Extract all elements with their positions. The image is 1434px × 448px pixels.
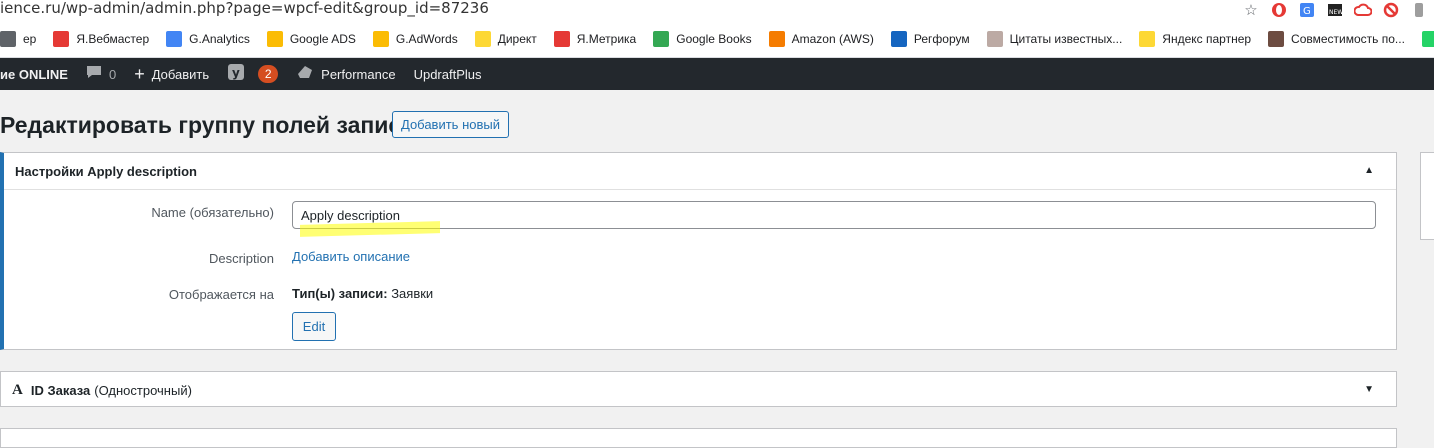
- comments-count: 0: [108, 66, 117, 82]
- bookmark-label: Регфорум: [913, 31, 970, 46]
- bookmark-label: Цитаты известных...: [1009, 31, 1123, 46]
- avatar-icon: [986, 30, 1003, 47]
- whatsapp-icon: [1421, 30, 1434, 47]
- settings-box-title: Настройки Apply description: [15, 163, 197, 179]
- direct-icon: [474, 30, 491, 47]
- bookmark-item[interactable]: G.AdWords: [372, 30, 458, 47]
- collapse-up-icon[interactable]: ▲: [1364, 165, 1374, 176]
- field-title: ID Заказа: [30, 382, 91, 398]
- field-box-header[interactable]: A ID Заказа (Однострочный) ▼: [1, 372, 1396, 408]
- add-new-button[interactable]: Добавить новый: [392, 111, 509, 138]
- displayed-on-label: Отображается на: [168, 287, 274, 302]
- add-label: Добавить: [151, 66, 210, 82]
- edit-button[interactable]: Edit: [292, 312, 336, 341]
- bookmark-item[interactable]: Google Books: [653, 30, 752, 47]
- bookmark-item[interactable]: Amazon (AWS): [768, 30, 874, 47]
- url-text[interactable]: ience.ru/wp-admin/admin.php?page=wpcf-ed…: [0, 0, 489, 17]
- performance-icon: [296, 64, 314, 84]
- cloud-icon[interactable]: [1354, 2, 1372, 18]
- collapse-down-icon[interactable]: ▼: [1364, 384, 1374, 395]
- name-input[interactable]: [292, 201, 1376, 229]
- bookmark-item[interactable]: Яндекс партнер: [1139, 30, 1252, 47]
- google-ads-icon: [266, 30, 283, 47]
- settings-postbox: Настройки Apply description ▲ Name (обяз…: [0, 152, 1397, 350]
- google-icon: [166, 30, 183, 47]
- translate-icon[interactable]: G: [1298, 2, 1316, 18]
- name-required: (обязательно): [189, 205, 274, 220]
- field-subtitle: (Однострочный): [94, 382, 192, 398]
- admin-performance[interactable]: Performance: [296, 64, 396, 84]
- extensions-row: ☆ G NEW: [1242, 0, 1434, 20]
- post-types-value: Заявки: [391, 286, 434, 301]
- news-icon[interactable]: NEW: [1326, 2, 1344, 18]
- bookmark-item[interactable]: Я.Вебмастер: [53, 30, 150, 47]
- text-field-icon: A: [12, 381, 23, 398]
- admin-comments[interactable]: 0: [86, 65, 116, 83]
- bookmark-label: G.AdWords: [395, 31, 458, 46]
- bookmark-label: Google ADS: [289, 31, 356, 46]
- bookmark-label: Google Books: [676, 31, 752, 46]
- extension-icon[interactable]: [1410, 2, 1428, 18]
- regforum-icon: [890, 30, 907, 47]
- metrika-icon: [553, 30, 570, 47]
- admin-updraftplus[interactable]: UpdraftPlus: [414, 67, 482, 82]
- bookmark-item[interactable]: What: [1421, 30, 1434, 47]
- displayed-on-value: Тип(ы) записи: Заявки: [292, 286, 433, 301]
- bookmark-label: Amazon (AWS): [791, 31, 874, 46]
- name-label: Name (обязательно): [151, 205, 274, 220]
- bookmarks-bar: ер Я.Вебмастер G.Analytics Google ADS G.AdWo…: [0, 20, 1434, 58]
- yoast-icon: y: [227, 63, 245, 85]
- bookmark-item[interactable]: G.Analytics: [166, 30, 250, 47]
- bookmark-item[interactable]: Google ADS: [266, 30, 356, 47]
- folder-icon: [0, 30, 16, 47]
- add-description-link[interactable]: Добавить описание: [292, 249, 410, 264]
- svg-text:G: G: [1303, 6, 1311, 17]
- bookmark-label: Я.Вебмастер: [76, 31, 150, 46]
- yellow-highlight-mark: [300, 221, 440, 237]
- bookmark-item[interactable]: Я.Метрика: [553, 30, 637, 47]
- bookmark-item[interactable]: Директ: [474, 30, 537, 47]
- yandex-partner-icon: [1139, 30, 1156, 47]
- aws-icon: [768, 30, 785, 47]
- opera-icon[interactable]: [1270, 2, 1288, 18]
- webmaster-icon: [53, 30, 70, 47]
- post-types-key: Тип(ы) записи:: [292, 286, 388, 301]
- google-ads-icon: [372, 30, 389, 47]
- bookmark-item[interactable]: Регфорум: [890, 30, 970, 47]
- bookmark-item[interactable]: ер: [0, 30, 37, 47]
- block-icon[interactable]: [1382, 2, 1400, 18]
- star-icon[interactable]: ☆: [1242, 2, 1260, 19]
- performance-label: Performance: [321, 66, 396, 82]
- wp-admin-bar: ие ONLINE 0 + Добавить y 2 Performance U…: [0, 58, 1434, 90]
- admin-site-name[interactable]: ие ONLINE: [0, 67, 68, 82]
- play-icon: [653, 30, 670, 47]
- compat-icon: [1268, 30, 1285, 47]
- name-label-text: Name: [151, 205, 186, 220]
- updates-badge: 2: [258, 65, 279, 83]
- bookmark-label: Яндекс партнер: [1162, 31, 1252, 46]
- plus-icon: +: [134, 63, 145, 84]
- bookmark-item[interactable]: Цитаты известных...: [986, 30, 1123, 47]
- field-postbox: A ID Заказа (Однострочный) ▼: [0, 371, 1397, 407]
- bookmark-label: ер: [23, 31, 37, 46]
- bookmark-label: Я.Метрика: [576, 31, 637, 46]
- sidebar-postbox: [1420, 152, 1434, 240]
- comment-icon: [86, 65, 102, 83]
- admin-yoast[interactable]: y 2: [227, 63, 279, 85]
- bookmark-item[interactable]: Совместимость по...: [1268, 30, 1405, 47]
- description-label: Description: [208, 251, 274, 266]
- settings-box-header[interactable]: Настройки Apply description ▲: [4, 153, 1396, 190]
- bookmark-label: Совместимость по...: [1291, 31, 1405, 46]
- bookmark-label: Директ: [497, 31, 537, 46]
- bookmark-label: G.Analytics: [189, 31, 250, 46]
- svg-text:y: y: [232, 66, 240, 80]
- admin-add-new[interactable]: + Добавить: [134, 64, 209, 85]
- svg-text:NEW: NEW: [1329, 9, 1343, 16]
- next-postbox: [0, 428, 1397, 448]
- browser-url-bar[interactable]: ience.ru/wp-admin/admin.php?page=wpcf-ed…: [0, 0, 1434, 20]
- page-title: Редактировать группу полей записи: [0, 112, 416, 138]
